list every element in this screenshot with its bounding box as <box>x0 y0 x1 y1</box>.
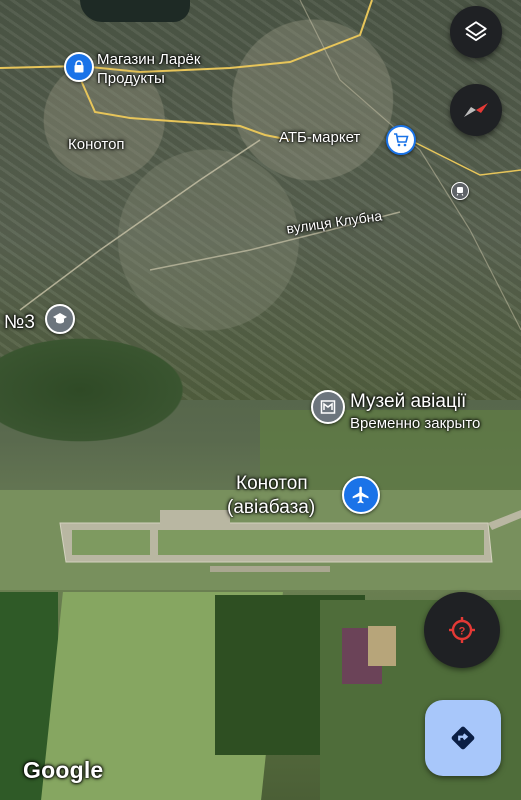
museum-status: Временно закрыто <box>350 415 481 432</box>
shop-category: Продукты <box>97 70 165 87</box>
shop-pin[interactable] <box>64 52 94 82</box>
directions-button[interactable] <box>425 700 501 776</box>
airbase-label-line2[interactable]: (авіабаза) <box>227 497 315 519</box>
airport-icon <box>352 486 369 504</box>
museum-label[interactable]: Музей авіації <box>350 391 466 413</box>
satellite-map[interactable]: Магазин Ларёк Продукты Конотоп АТБ-марке… <box>0 0 521 800</box>
shop-label[interactable]: Магазин Ларёк <box>97 51 200 69</box>
directions-icon <box>451 726 475 750</box>
cart-icon <box>394 133 409 147</box>
atb-pin[interactable] <box>386 125 416 155</box>
atb-label[interactable]: АТБ-маркет <box>279 129 360 147</box>
airport-pin[interactable] <box>342 476 380 514</box>
layers-button[interactable] <box>450 6 502 58</box>
compass-button[interactable] <box>450 84 502 136</box>
airbase-label-line1[interactable]: Конотоп <box>236 473 308 495</box>
museum-pin[interactable] <box>311 390 345 424</box>
layers-icon <box>465 21 487 42</box>
svg-text:?: ? <box>459 626 466 638</box>
museum-icon <box>320 400 336 414</box>
compass-icon <box>464 103 488 117</box>
school-label[interactable]: №3 <box>4 312 35 334</box>
train-station-pin[interactable] <box>451 182 469 200</box>
school-pin[interactable] <box>45 304 75 334</box>
train-icon <box>456 187 464 196</box>
google-attribution: Google <box>23 757 104 783</box>
school-icon <box>53 313 67 324</box>
my-location-button[interactable]: ? <box>424 592 500 668</box>
city-label[interactable]: Конотоп <box>68 136 125 154</box>
shop-icon <box>74 60 84 73</box>
my-location-icon: ? <box>449 617 475 643</box>
